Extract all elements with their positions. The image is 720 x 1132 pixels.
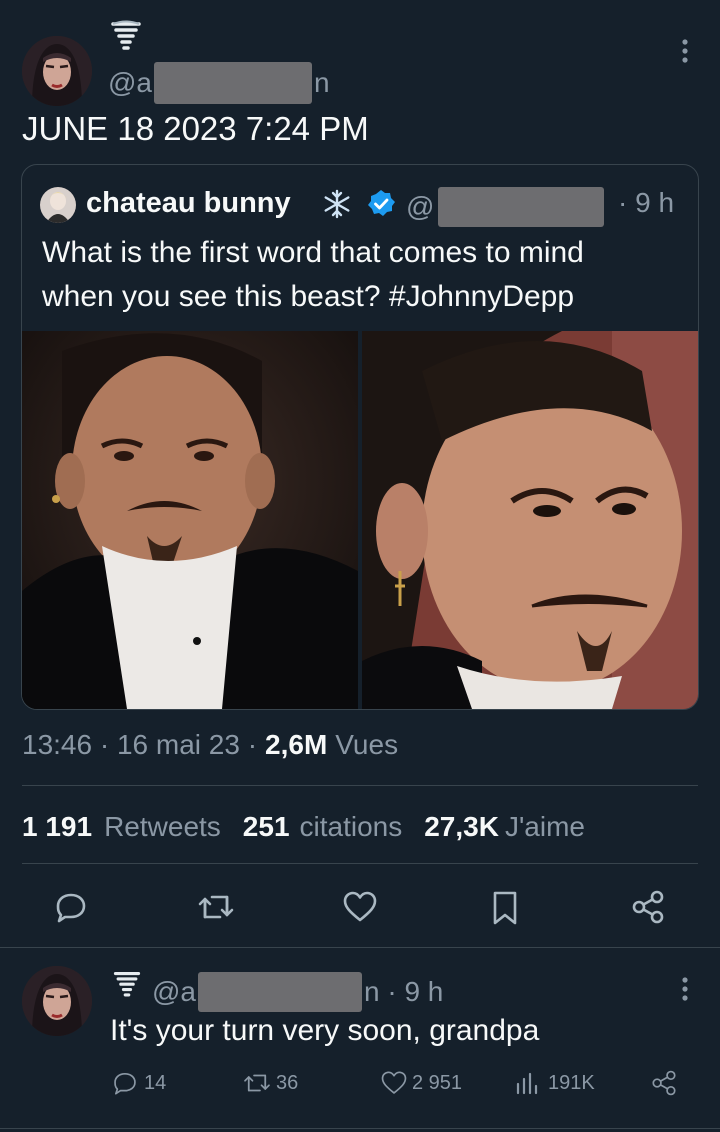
reply-views-action[interactable]: 191K [514,1070,595,1096]
quoted-author-handle[interactable]: @ [406,187,605,227]
reply-retweet-action[interactable]: 36 [242,1070,298,1096]
quotes-count[interactable]: 251 [243,811,290,843]
reply-author-avatar[interactable] [22,966,92,1036]
quotes-label[interactable]: citations [300,811,403,843]
verified-icon [366,189,396,219]
reply-count: 14 [144,1071,167,1094]
share-icon[interactable] [650,1070,678,1096]
share-icon[interactable] [630,890,666,924]
divider [0,947,720,948]
reply-text: It's your turn very soon, grandpa [110,1014,540,1047]
tornado-icon [110,20,142,56]
reply-handle-suffix: n · 9 h [364,976,444,1007]
quoted-tweet-card[interactable]: chateau bunny @ · 9 h What is the first … [21,164,699,710]
handle-redaction [154,62,312,104]
tweet-stats: 1 191 Retweets 251 citations 27,3K J'aim… [22,811,585,843]
views-count: 2,6M [265,729,328,760]
quoted-author-name[interactable]: chateau bunny [86,187,291,220]
reply-icon [112,1070,138,1096]
quoted-text-line: What is the first word that comes to min… [42,236,584,269]
retweet-icon [242,1070,272,1096]
quoted-handle-prefix: @ [406,191,435,222]
author-handle-suffix: n [314,67,330,98]
retweet-count: 36 [276,1071,299,1094]
tornado-icon [112,970,142,1002]
quoted-photo-1[interactable] [22,331,358,709]
author-avatar[interactable] [22,36,92,106]
tweet-meta: 13:46 · 16 mai 23 · 2,6M Vues [22,729,398,761]
divider [22,863,698,864]
snowflake-icon [322,189,352,219]
likes-label[interactable]: J'aime [505,811,585,843]
author-handle[interactable]: @a n [108,62,330,104]
like-icon [380,1070,408,1096]
reply-handle-prefix: @a [152,976,196,1007]
quoted-tweet-time[interactable]: · 9 h [618,187,674,219]
quoted-photo-2[interactable] [362,331,698,709]
reply-author-handle[interactable]: @a n · 9 h [152,972,443,1012]
like-icon[interactable] [342,890,378,924]
handle-redaction [198,972,362,1012]
author-handle-prefix: @a [108,67,152,98]
reply-reply-action[interactable]: 14 [112,1070,166,1096]
quoted-author-avatar [40,187,76,223]
divider [22,785,698,786]
likes-count[interactable]: 27,3K [424,811,499,843]
retweets-count[interactable]: 1 191 [22,811,92,843]
quoted-text-line: when you see this beast? #JohnnyDepp [42,280,575,313]
reply-icon[interactable] [54,890,88,924]
tweet-text: JUNE 18 2023 7:24 PM [22,110,369,147]
divider [0,1128,720,1129]
reply-like-action[interactable]: 2 951 [380,1070,462,1096]
views-label: Vues [335,729,399,760]
handle-redaction [438,187,605,227]
views-icon [514,1070,540,1096]
quoted-tweet-text: What is the first word that comes to min… [42,231,584,319]
retweet-icon[interactable] [196,890,236,924]
like-count: 2 951 [412,1071,463,1094]
views-count: 191K [548,1071,595,1094]
more-icon[interactable] [676,976,694,1004]
more-icon[interactable] [676,38,694,66]
bookmark-icon[interactable] [490,890,520,926]
tweet-datetime[interactable]: 13:46 · 16 mai 23 · [22,729,257,761]
retweets-label[interactable]: Retweets [104,811,221,843]
